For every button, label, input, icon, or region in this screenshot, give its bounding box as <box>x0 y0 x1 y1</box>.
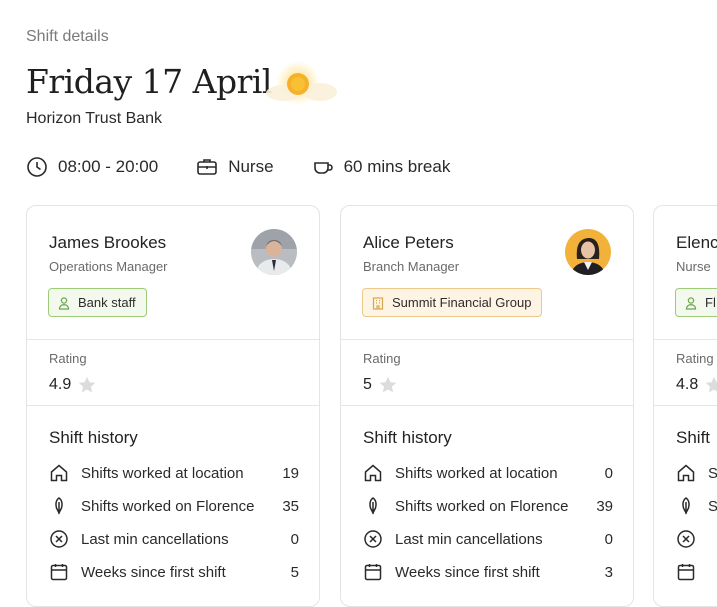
feather-icon <box>682 497 690 515</box>
staff-name: James Brookes <box>49 233 167 252</box>
divider <box>654 339 717 340</box>
history-label: S <box>708 498 717 515</box>
shift-break: 60 mins break <box>312 156 451 178</box>
star-icon <box>379 376 397 393</box>
avatar <box>251 229 297 275</box>
staff-card[interactable]: Elenc Nurse Fl Rating 4.8 Shift S S <box>653 205 717 607</box>
briefcase-icon <box>197 159 218 175</box>
calendar-icon <box>364 564 382 581</box>
history-row: S <box>676 463 717 483</box>
sun-behind-cloud-icon <box>266 61 337 105</box>
shift-role-text: Nurse <box>228 157 274 176</box>
rating-label: Rating <box>676 351 714 366</box>
avatar <box>565 229 611 275</box>
history-label: Shifts worked at location <box>395 464 558 482</box>
divider <box>341 339 633 340</box>
history-label: Weeks since first shift <box>395 563 540 581</box>
history-value: 35 <box>282 497 299 515</box>
home-icon <box>364 464 382 482</box>
history-row: S <box>676 496 717 516</box>
rating-value: 4.8 <box>676 376 699 393</box>
feather-icon <box>369 497 377 515</box>
star-icon <box>705 376 717 393</box>
history-row: Weeks since first shift 3 <box>363 562 613 582</box>
home-icon <box>677 464 695 482</box>
history-row: Shifts worked at location 19 <box>49 463 299 483</box>
cancel-circle-icon <box>677 530 695 548</box>
cancel-circle-icon <box>50 530 68 548</box>
shift-break-text: 60 mins break <box>343 157 451 176</box>
history-label: Shifts worked on Florence <box>81 497 255 515</box>
badge-label: Bank staff <box>78 295 136 310</box>
history-label: Shifts worked on Florence <box>395 497 569 515</box>
history-value: 3 <box>604 563 613 581</box>
rating-label: Rating <box>49 351 87 366</box>
breadcrumb: Shift details <box>26 28 109 45</box>
person-icon <box>58 296 70 310</box>
location-name: Horizon Trust Bank <box>26 110 163 127</box>
divider <box>27 405 319 406</box>
calendar-icon <box>50 564 68 581</box>
history-value: 0 <box>604 464 613 482</box>
staff-type-badge: Fl <box>675 288 717 317</box>
history-value: 5 <box>290 563 299 581</box>
history-label: S <box>708 465 717 482</box>
divider <box>654 405 717 406</box>
badge-label: Fl <box>705 295 716 310</box>
history-label: Last min cancellations <box>81 530 229 548</box>
history-row <box>676 562 717 582</box>
shift-history-title: Shift history <box>363 428 452 447</box>
page-title: Friday 17 April <box>26 62 272 101</box>
feather-icon <box>55 497 63 515</box>
rating: 5 <box>363 375 398 395</box>
history-value: 19 <box>282 464 299 482</box>
staff-role: Nurse <box>676 259 711 274</box>
divider <box>27 339 319 340</box>
coffee-cup-icon <box>313 162 333 174</box>
rating-value: 5 <box>363 376 372 393</box>
staff-name: Elenc <box>676 233 717 252</box>
building-icon <box>372 296 384 310</box>
staff-name: Alice Peters <box>363 233 454 252</box>
rating-label: Rating <box>363 351 401 366</box>
star-icon <box>78 376 96 393</box>
home-icon <box>50 464 68 482</box>
shift-time-text: 08:00 - 20:00 <box>58 157 159 176</box>
staff-card[interactable]: James Brookes Operations Manager Bank st… <box>26 205 320 607</box>
person-icon <box>685 296 697 310</box>
history-row: Shifts worked on Florence 39 <box>363 496 613 516</box>
divider <box>341 405 633 406</box>
agency-badge: Summit Financial Group <box>362 288 543 317</box>
cancel-circle-icon <box>364 530 382 548</box>
history-row <box>676 529 717 549</box>
staff-role: Operations Manager <box>49 259 168 274</box>
history-value: 39 <box>596 497 613 515</box>
history-row: Weeks since first shift 5 <box>49 562 299 582</box>
history-row: Shifts worked on Florence 35 <box>49 496 299 516</box>
staff-role: Branch Manager <box>363 259 460 274</box>
staff-type-badge: Bank staff <box>48 288 147 317</box>
badge-label: Summit Financial Group <box>392 295 532 310</box>
shift-meta: 08:00 - 20:00 Nurse 60 mins break <box>26 156 488 178</box>
staff-card[interactable]: Alice Peters Branch Manager Summit Finan… <box>340 205 634 607</box>
history-value: 0 <box>290 530 299 548</box>
rating-value: 4.9 <box>49 376 72 393</box>
rating: 4.9 <box>49 375 97 395</box>
history-row: Shifts worked at location 0 <box>363 463 613 483</box>
shift-role: Nurse <box>196 156 274 178</box>
history-label: Weeks since first shift <box>81 563 226 581</box>
history-label: Shifts worked at location <box>81 464 244 482</box>
history-value: 0 <box>604 530 613 548</box>
history-row: Last min cancellations 0 <box>49 529 299 549</box>
rating: 4.8 <box>676 375 717 395</box>
history-row: Last min cancellations 0 <box>363 529 613 549</box>
history-label: Last min cancellations <box>395 530 543 548</box>
shift-history-title: Shift history <box>49 428 138 447</box>
calendar-icon <box>677 564 695 581</box>
clock-icon <box>27 157 47 177</box>
shift-history-title: Shift <box>676 428 711 447</box>
shift-time: 08:00 - 20:00 <box>26 156 158 178</box>
